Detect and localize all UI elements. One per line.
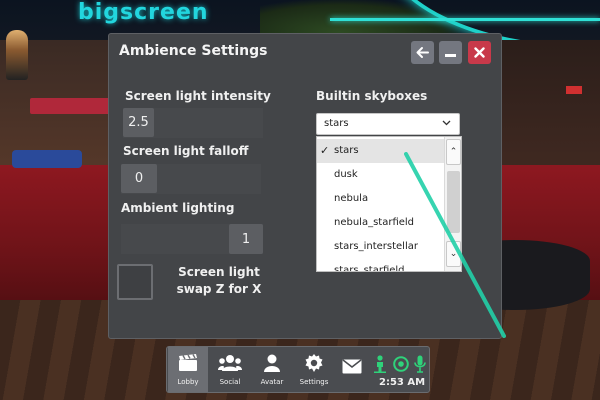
- option-label: nebula_starfield: [334, 217, 415, 228]
- chevron-down-icon: [442, 116, 451, 133]
- taskbar-lobby[interactable]: Lobby: [168, 347, 208, 392]
- ambient-lighting-label: Ambient lighting: [121, 201, 235, 215]
- skybox-selected-value: stars: [324, 118, 349, 129]
- skybox-option-stars-interstellar[interactable]: stars_interstellar: [317, 235, 445, 259]
- minimize-button[interactable]: [439, 41, 462, 64]
- close-button[interactable]: [468, 41, 491, 64]
- screen-light-intensity-value[interactable]: 2.5: [123, 108, 154, 137]
- taskbar-settings-label: Settings: [299, 378, 329, 386]
- bigscreen-logo: bigscreen: [78, 0, 209, 25]
- builtin-skyboxes-select[interactable]: stars: [316, 113, 460, 135]
- dropdown-scrollbar[interactable]: ⌃ ⌄: [444, 137, 461, 271]
- taskbar-settings[interactable]: Settings: [294, 347, 334, 392]
- target-icon[interactable]: [393, 356, 409, 376]
- taskbar-lobby-label: Lobby: [177, 378, 199, 386]
- microphone-icon[interactable]: [414, 355, 426, 377]
- ambient-lighting-value[interactable]: 1: [229, 224, 263, 254]
- screen-light-intensity-label: Screen light intensity: [125, 89, 271, 103]
- taskbar-avatar-label: Avatar: [260, 378, 284, 386]
- builtin-skyboxes-label: Builtin skyboxes: [316, 89, 428, 103]
- option-label: stars: [334, 145, 359, 156]
- screen-light-falloff-label: Screen light falloff: [123, 144, 249, 158]
- exit-sign: [566, 86, 582, 94]
- skybox-option-stars-starfield[interactable]: stars_starfield: [317, 259, 445, 272]
- blue-bench: [12, 150, 82, 168]
- screen-light-falloff-value[interactable]: 0: [121, 164, 157, 193]
- person-icon: [263, 352, 281, 374]
- taskbar-avatar[interactable]: Avatar: [252, 347, 292, 392]
- scroll-up-button[interactable]: ⌃: [446, 139, 461, 165]
- screen-light-swap-checkbox[interactable]: [117, 264, 153, 300]
- skybox-option-nebula-starfield[interactable]: nebula_starfield: [317, 211, 445, 235]
- option-label: stars_starfield: [334, 265, 405, 272]
- close-x-icon: [474, 47, 485, 58]
- taskbar-social[interactable]: Social: [210, 347, 250, 392]
- envelope-icon[interactable]: [342, 359, 362, 378]
- neon-strip: [330, 18, 600, 21]
- option-label: dusk: [334, 169, 358, 180]
- chevron-down-icon: ⌄: [449, 249, 458, 259]
- option-label: nebula: [334, 193, 369, 204]
- other-user-avatar: [6, 30, 28, 80]
- skybox-option-dusk[interactable]: dusk: [317, 163, 445, 187]
- chevron-up-icon: ⌃: [449, 147, 458, 157]
- ticket-booth: [30, 98, 120, 114]
- skybox-option-nebula[interactable]: nebula: [317, 187, 445, 211]
- taskbar-social-label: Social: [219, 378, 241, 386]
- option-label: stars_interstellar: [334, 241, 418, 252]
- window-title: Ambience Settings: [119, 43, 268, 59]
- back-button[interactable]: [411, 41, 434, 64]
- clock-time: 2:53 AM: [379, 377, 426, 388]
- scroll-down-button[interactable]: ⌄: [446, 241, 461, 267]
- minimize-icon: [445, 54, 456, 57]
- people-icon: [218, 352, 242, 374]
- skybox-option-stars[interactable]: ✓ stars: [317, 139, 445, 163]
- scrollbar-thumb[interactable]: [447, 171, 460, 233]
- screen-light-swap-label: Screen light swap Z for X: [176, 265, 262, 296]
- person-stand-icon[interactable]: [374, 355, 386, 377]
- clapperboard-icon: [178, 352, 198, 374]
- back-arrow-icon: [416, 47, 429, 58]
- skybox-dropdown-list: ✓ stars dusk nebula nebula_starfield sta…: [316, 136, 462, 272]
- checkmark-icon: ✓: [320, 144, 330, 157]
- taskbar: Lobby Social Avatar Settings 2:53 AM: [166, 346, 430, 393]
- gear-icon: [304, 352, 324, 374]
